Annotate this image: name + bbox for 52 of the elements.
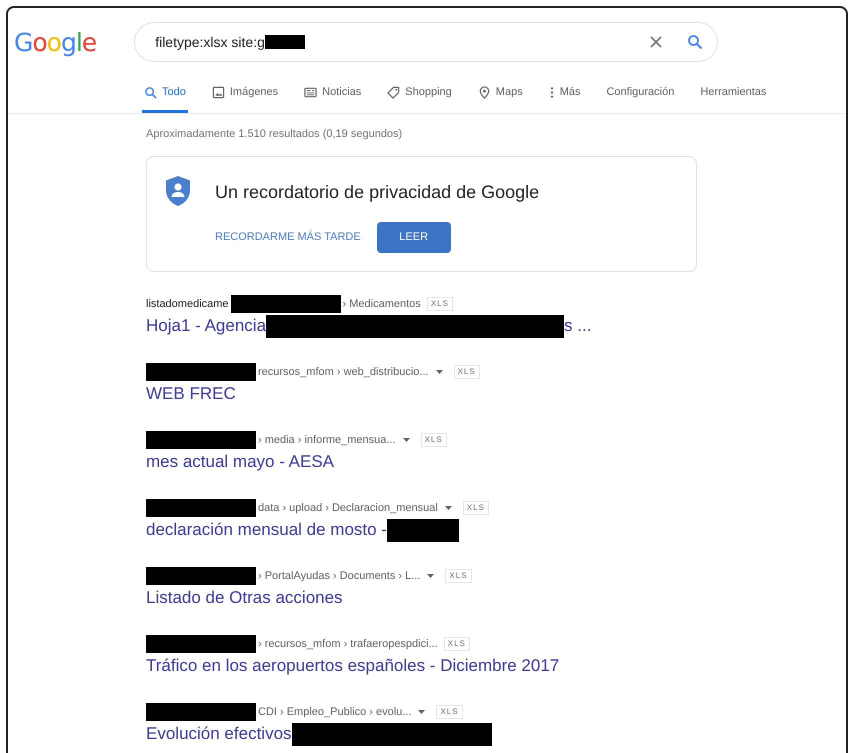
result-title-link[interactable]: Hoja1 - Agencia [146,314,266,338]
file-type-label: XLS [444,637,470,651]
remind-later-button[interactable]: RECORDARME MÁS TARDE [215,229,361,246]
search-icon [144,86,157,99]
tab[interactable]: Todo [142,80,188,112]
result-title-link[interactable]: WEB FREC [146,382,236,406]
pin-icon [478,86,491,99]
file-type-label: XLS [445,569,472,583]
close-icon[interactable] [649,35,664,49]
tab[interactable]: Herramientas [698,80,768,112]
result-title-link[interactable]: s ... [564,314,592,338]
result-url[interactable]: data › upload › Declaracion_mensual [258,500,438,516]
image-icon [212,86,225,99]
result-url[interactable]: CDI › Empleo_Publico › evolu... [258,704,412,720]
result-url[interactable]: › PortalAyudas › Documents › L... [258,568,420,584]
file-type-label: XLS [420,433,447,447]
file-type-label: XLS [436,705,463,719]
caret-icon[interactable] [444,506,452,510]
tag-icon [387,86,400,99]
result-title-link[interactable]: mes actual mayo - AESA [146,450,334,474]
tab[interactable]: Shopping [385,80,454,112]
caret-icon[interactable] [418,710,426,714]
file-type-label: XLS [426,297,453,311]
file-type-label: XLS [454,365,480,379]
result-title-link[interactable]: declaración mensual de mosto - [146,518,387,542]
more-icon [548,86,555,99]
card-title: Un recordatorio de privacidad de Google [215,181,540,204]
tab[interactable]: Configuración [604,80,676,112]
search-field[interactable]: filetype:xlsx site:g [134,22,718,62]
result-url[interactable]: › media › informe_mensua... [258,432,396,448]
file-type-label: XLS [462,501,489,515]
result-title-link[interactable]: Evolución efectivos [146,722,292,746]
result-url[interactable]: › recursos_mfom › trafaeropespdici... [258,636,438,652]
tab[interactable]: Más [546,80,582,112]
tab[interactable]: Maps [476,80,525,112]
result-url[interactable]: listadomedicame [146,296,229,312]
tab[interactable]: Noticias [302,80,364,112]
caret-icon[interactable] [427,574,434,578]
caret-icon[interactable] [402,438,410,442]
tab[interactable]: Imágenes [210,80,280,112]
result-url[interactable]: recursos_mfom › web_distribucio... [258,364,429,380]
result-title-link[interactable]: Listado de Otras acciones [146,586,343,610]
result-url[interactable]: › Medicamentos [342,296,421,312]
google-logo[interactable]: Google [14,30,96,54]
read-button[interactable]: LEER [376,222,451,253]
search-icon[interactable] [687,34,704,50]
shield-icon [165,175,191,207]
caret-icon[interactable] [436,370,443,374]
search-text[interactable]: filetype:xlsx site:g [155,32,265,52]
result-title-link[interactable]: Tráfico en los aeropuertos españoles - Diciembre 2017 [146,654,560,678]
result-stats: Aproximadamente 1.510 resultados (0,19 segundos) [146,126,404,142]
newspaper-icon [304,86,318,99]
